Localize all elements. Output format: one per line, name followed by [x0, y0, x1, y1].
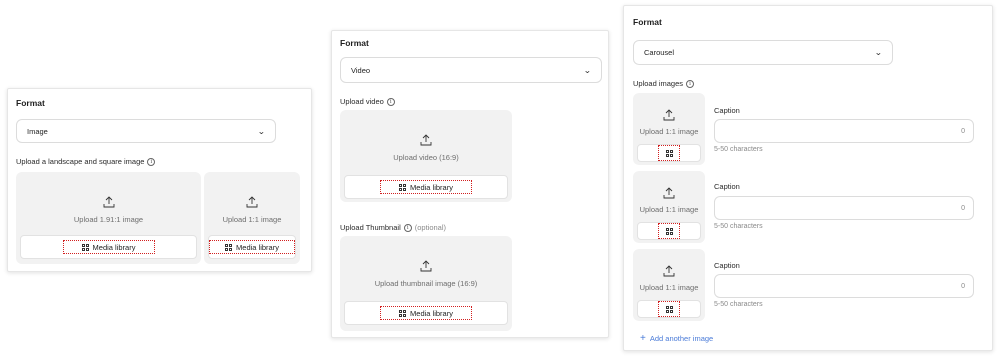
format-select[interactable]: Video ⌄	[340, 57, 602, 83]
media-library-highlight: Media library	[380, 306, 472, 320]
caption-label: Caption	[714, 261, 740, 270]
caption-input[interactable]: 0	[714, 196, 974, 220]
format-select-value: Carousel	[644, 48, 675, 57]
caption-label: Caption	[714, 106, 740, 115]
upload-slot-text: Upload 1:1 image	[222, 215, 282, 224]
format-title: Format	[340, 38, 369, 48]
caption-input[interactable]: 0	[714, 119, 974, 143]
caption-label: Caption	[714, 182, 740, 191]
add-another-image-link[interactable]: + Add another image	[640, 333, 713, 344]
media-grid-icon	[81, 243, 89, 251]
upload-icon	[663, 109, 675, 121]
upload-icon	[246, 196, 258, 208]
upload-slot-wide[interactable]: Upload 1.91:1 image Media library	[16, 172, 201, 264]
carousel-image-slot[interactable]: Upload 1:1 image	[633, 249, 705, 321]
media-library-highlight: Media library	[380, 180, 472, 194]
upload-icon	[663, 187, 675, 199]
upload-icon	[420, 134, 432, 146]
media-library-button[interactable]	[637, 144, 701, 162]
upload-images-label: Upload images i	[633, 79, 695, 88]
media-library-button[interactable]	[637, 222, 701, 240]
upload-slot-text: Upload 1.91:1 image	[73, 215, 144, 224]
format-select-value: Video	[351, 65, 371, 75]
chevron-down-icon: ⌄	[874, 48, 883, 57]
upload-video-label: Upload video i	[340, 97, 395, 106]
caption-hint: 5-50 characters	[714, 301, 763, 308]
upload-slot-text: Upload 1:1 image	[639, 283, 699, 292]
chevron-down-icon: ⌄	[583, 65, 592, 75]
upload-thumbnail-slot[interactable]: Upload thumbnail image (16:9) Media libr…	[340, 236, 512, 331]
info-icon[interactable]: i	[686, 79, 695, 88]
carousel-format-panel: Format Carousel ⌄ Upload images i Upload…	[623, 5, 993, 351]
media-library-highlight: Media library	[62, 240, 155, 254]
format-title: Format	[633, 17, 662, 27]
media-library-button[interactable]: Media library	[20, 235, 197, 259]
upload-video-slot[interactable]: Upload video (16:9) Media library	[340, 110, 512, 202]
video-format-panel: Format Video ⌄ Upload video i Upload vid…	[331, 30, 609, 338]
format-select-value: Image	[27, 126, 48, 136]
upload-icon	[103, 196, 114, 208]
caption-char-count: 0	[961, 204, 965, 212]
upload-slot-text: Upload thumbnail image (16:9)	[374, 279, 478, 288]
media-library-highlight	[658, 301, 680, 317]
carousel-image-slot[interactable]: Upload 1:1 image	[633, 171, 705, 243]
media-grid-icon	[225, 243, 233, 251]
media-grid-icon	[665, 227, 673, 235]
media-grid-icon	[399, 309, 407, 317]
upload-icon	[663, 265, 675, 277]
chevron-down-icon: ⌄	[257, 126, 266, 136]
info-icon[interactable]: i	[386, 97, 395, 106]
caption-char-count: 0	[961, 127, 965, 135]
media-library-button[interactable]: Media library	[208, 235, 296, 259]
info-icon[interactable]: i	[147, 157, 156, 166]
caption-hint: 5-50 characters	[714, 146, 763, 153]
info-icon[interactable]: i	[403, 223, 412, 232]
carousel-image-slot[interactable]: Upload 1:1 image	[633, 93, 705, 165]
format-select[interactable]: Carousel ⌄	[633, 40, 893, 65]
upload-slot-square[interactable]: Upload 1:1 image Media library	[204, 172, 300, 264]
plus-icon: +	[640, 333, 646, 344]
upload-icon	[420, 260, 432, 272]
media-library-button[interactable]: Media library	[344, 175, 508, 199]
upload-slot-text: Upload 1:1 image	[639, 205, 699, 214]
caption-input[interactable]: 0	[714, 274, 974, 298]
media-library-highlight: Media library	[209, 240, 295, 254]
upload-slot-text: Upload 1:1 image	[639, 127, 699, 136]
upload-thumbnail-label: Upload Thumbnail i (optional)	[340, 223, 447, 232]
upload-slot-text: Upload video (16:9)	[393, 153, 459, 162]
caption-hint: 5-50 characters	[714, 223, 763, 230]
media-grid-icon	[665, 305, 673, 313]
media-library-button[interactable]: Media library	[344, 301, 508, 325]
upload-label: Upload a landscape and square image i	[16, 157, 156, 166]
format-select[interactable]: Image ⌄	[16, 119, 276, 143]
media-library-button[interactable]	[637, 300, 701, 318]
caption-char-count: 0	[961, 282, 965, 290]
media-library-highlight	[658, 145, 680, 161]
media-grid-icon	[399, 183, 407, 191]
media-grid-icon	[665, 149, 673, 157]
image-format-panel: Format Image ⌄ Upload a landscape and sq…	[7, 88, 312, 272]
media-library-highlight	[658, 223, 680, 239]
format-title: Format	[16, 98, 45, 108]
